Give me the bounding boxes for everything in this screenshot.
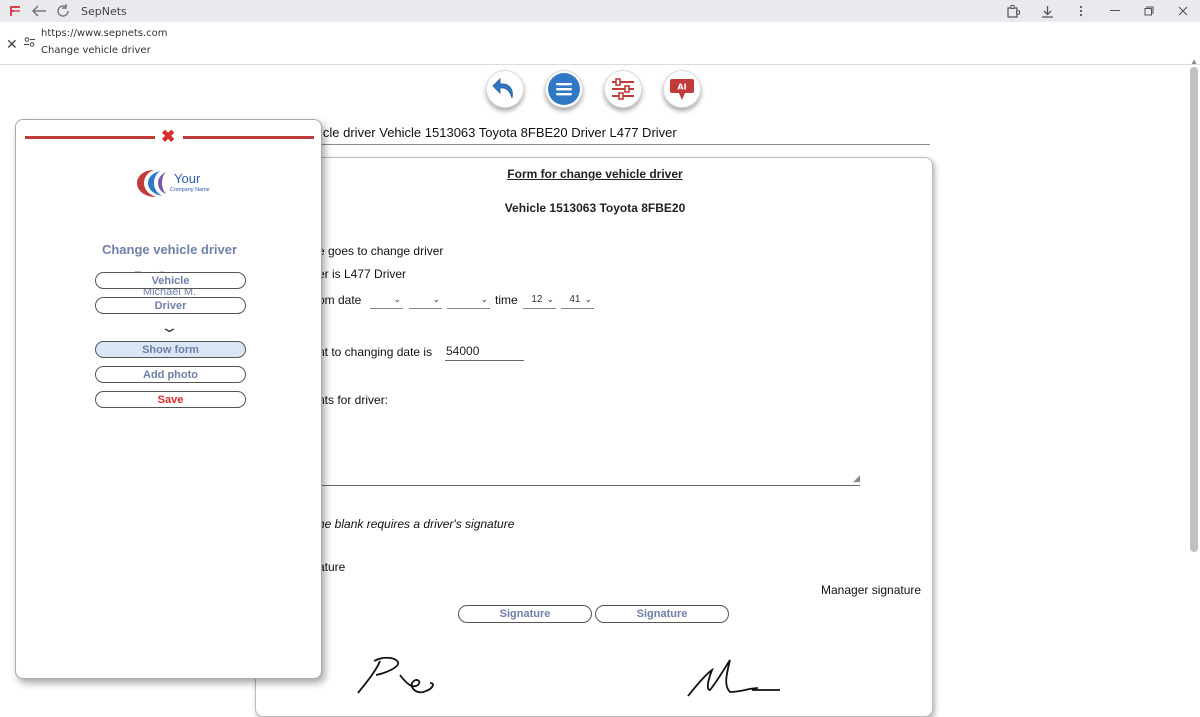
ai-assistant-button[interactable]: AI: [663, 70, 701, 108]
resize-grip-icon[interactable]: ◢: [853, 473, 860, 484]
hour-select[interactable]: 12 ⌄: [523, 291, 556, 309]
list-menu-icon: [548, 73, 580, 105]
comments-textarea[interactable]: ◢: [318, 416, 860, 486]
scrollbar-thumb[interactable]: [1190, 67, 1198, 552]
show-form-button[interactable]: Show form: [95, 341, 246, 358]
logo-text: Your: [174, 171, 201, 186]
app-title: SepNets: [81, 4, 127, 18]
manager-signature-label: Manager signature: [821, 583, 922, 597]
extension-icon[interactable]: [996, 0, 1030, 22]
manager-signature-image: [687, 659, 780, 697]
panel-divider: [183, 136, 314, 139]
driver-signature-image: [357, 656, 434, 694]
page-title: Change vehicle driver: [41, 45, 151, 56]
month-select[interactable]: ⌄: [409, 291, 442, 309]
address-bar: ✕ https://www.sepnets.com Change vehicle…: [0, 22, 1200, 65]
form-title: Form for change vehicle driver: [507, 167, 683, 181]
day-select[interactable]: ⌄: [370, 291, 403, 309]
current-driver-text: er is L477 Driver: [318, 267, 407, 281]
manager-signature-button[interactable]: Signature: [595, 605, 729, 623]
toolbar: AI: [486, 70, 701, 108]
close-icon[interactable]: [1166, 0, 1200, 22]
driver-button[interactable]: Driver: [95, 297, 246, 314]
signature-note: he blank requires a driver's signature: [318, 517, 515, 531]
restore-icon[interactable]: [1132, 0, 1166, 22]
add-photo-button[interactable]: Add photo: [95, 366, 246, 383]
side-panel: ✖ Your Company Name Test Company Michael…: [15, 119, 322, 679]
mileage-input[interactable]: 54000: [445, 341, 524, 361]
minute-select[interactable]: 41 ⌄: [561, 291, 594, 309]
chevron-down-icon[interactable]: ⌄: [0, 319, 430, 336]
vehicle-goes-text: e goes to change driver: [318, 244, 444, 258]
browser-titlebar: SepNets: [0, 0, 1200, 22]
chevron-down-icon: ⌄: [546, 294, 554, 304]
from-date-label: om date: [318, 293, 362, 307]
app-logo-icon: [3, 0, 27, 22]
chevron-down-icon: ⌄: [393, 294, 401, 304]
form-header-line: icle driver Vehicle 1513063 Toyota 8FBE2…: [320, 125, 930, 145]
close-icon[interactable]: ✕: [6, 36, 18, 53]
vehicle-button[interactable]: Vehicle: [95, 272, 246, 289]
svg-text:AI: AI: [677, 83, 686, 92]
back-arrow-icon[interactable]: [27, 0, 51, 22]
comments-label: nts for driver:: [318, 393, 389, 407]
list-menu-button[interactable]: [545, 70, 583, 108]
save-button[interactable]: Save: [95, 391, 246, 408]
minimize-icon[interactable]: [1098, 0, 1132, 22]
chevron-down-icon: ⌄: [584, 294, 592, 304]
url-text[interactable]: https://www.sepnets.com: [41, 28, 168, 39]
reload-icon[interactable]: [51, 0, 75, 22]
sliders-icon: [607, 73, 639, 105]
logo-subtext: Company Name: [170, 187, 210, 193]
driver-signature-label: ature: [318, 560, 346, 574]
driver-signature-button[interactable]: Signature: [458, 605, 592, 623]
close-icon[interactable]: ✖: [161, 127, 175, 147]
form-card: Form for change vehicle driver Vehicle 1…: [255, 157, 933, 717]
tune-icon[interactable]: [24, 37, 35, 50]
scroll-up-icon[interactable]: ▲: [1190, 57, 1198, 66]
settings-sliders-button[interactable]: [604, 70, 642, 108]
mileage-label: ht to changing date is: [318, 345, 433, 359]
kebab-menu-icon[interactable]: [1064, 0, 1098, 22]
undo-button[interactable]: [486, 70, 524, 108]
form-subtitle: Vehicle 1513063 Toyota 8FBE20: [504, 201, 686, 215]
time-label: time: [495, 293, 518, 307]
chevron-down-icon: ⌄: [480, 294, 488, 304]
panel-divider: [25, 136, 155, 139]
page-content: ▲ AI icle driver Vehicle 1513063 Toyota …: [0, 57, 1200, 717]
chevron-down-icon: ⌄: [432, 294, 440, 304]
panel-heading: Change vehicle driver: [101, 242, 238, 257]
undo-icon: [489, 73, 521, 105]
ai-chat-icon: AI: [666, 73, 698, 105]
year-select[interactable]: ⌄: [447, 291, 490, 309]
download-icon[interactable]: [1030, 0, 1064, 22]
company-logo: Your Company Name: [137, 170, 210, 197]
